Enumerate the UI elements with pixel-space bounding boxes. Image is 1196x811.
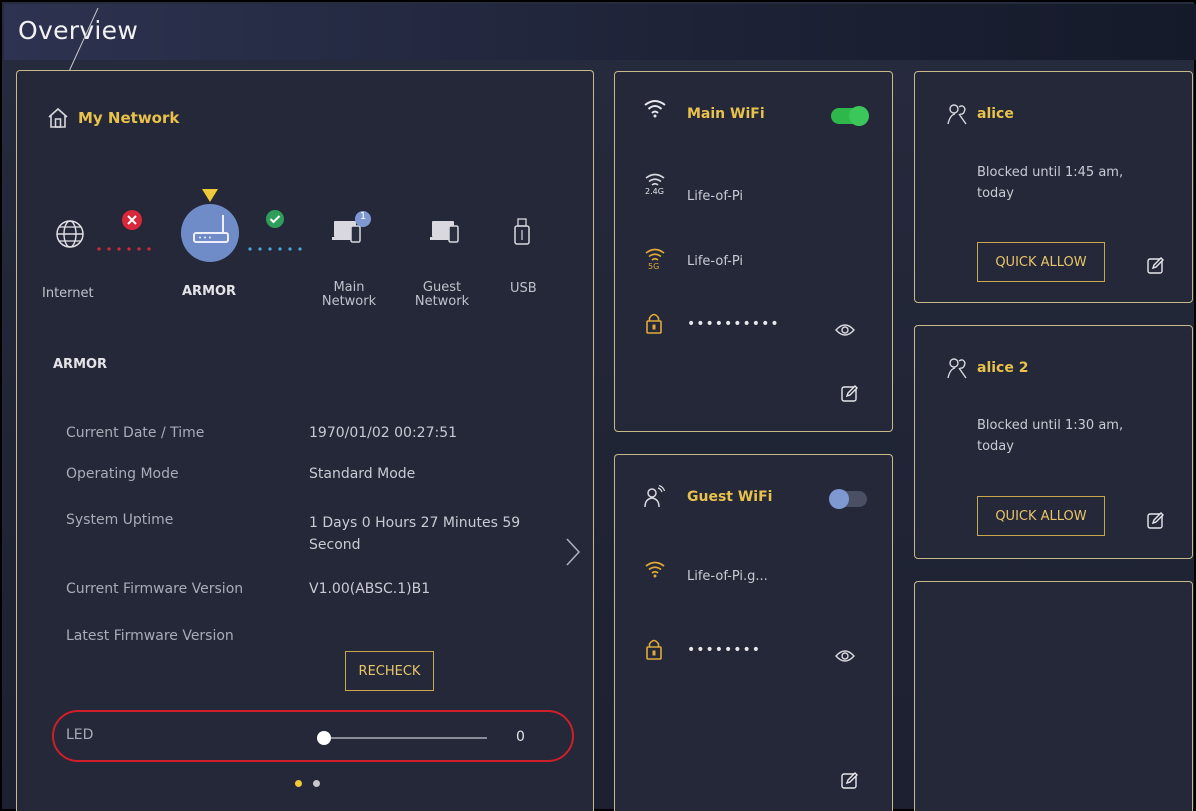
armor-label: ARMOR	[182, 284, 237, 299]
main-network-label: Main Network	[321, 280, 377, 309]
led-highlight-outline	[52, 710, 574, 762]
wifi-icon	[644, 98, 666, 122]
guest-edit-icon[interactable]	[841, 771, 859, 793]
internet-link-dots	[96, 237, 166, 256]
info-value-operating-mode: Standard Mode	[309, 466, 416, 482]
edit-icon[interactable]	[841, 384, 859, 406]
home-icon	[47, 107, 69, 133]
info-label-datetime: Current Date / Time	[66, 425, 205, 441]
led-slider-knob[interactable]	[317, 731, 331, 745]
main-network-badge: 1	[359, 211, 367, 222]
globe-icon[interactable]	[55, 219, 85, 253]
led-value: 0	[516, 729, 525, 745]
pager-dot-active[interactable]	[295, 780, 302, 787]
info-value-datetime: 1970/01/02 00:27:51	[309, 425, 458, 441]
profile-edit-icon[interactable]	[1147, 256, 1165, 278]
guest-wifi-password: ••••••••	[687, 642, 762, 658]
header-decoration	[65, 8, 99, 78]
info-value-uptime: 1 Days 0 Hours 27 Minutes 59 Second	[309, 515, 521, 553]
guest-wifi-icon	[643, 484, 666, 513]
my-network-title: My Network	[78, 109, 180, 127]
info-label-current-firmware: Current Firmware Version	[66, 581, 244, 597]
usb-label: USB	[510, 281, 537, 296]
profile-status: Blocked until 1:45 am, today	[977, 165, 1124, 201]
pager-dot[interactable]	[313, 780, 320, 787]
quick-allow-button[interactable]: QUICK ALLOW	[977, 242, 1105, 282]
guest-wifi-card: Guest WiFi Life-of-Pi.g... ••••••••	[614, 454, 893, 811]
internet-label: Internet	[42, 286, 94, 301]
main-wifi-card: Main WiFi 2.4G Life-of-Pi 5G Life-of-Pi	[614, 71, 893, 432]
info-value-current-firmware: V1.00(ABSC.1)B1	[309, 581, 431, 597]
guest-wifi-toggle[interactable]	[829, 489, 867, 509]
main-wifi-title: Main WiFi	[687, 106, 765, 122]
guest-network-device-icon[interactable]	[430, 219, 462, 251]
device-heading: ARMOR	[53, 357, 108, 372]
guest-show-password-eye-icon[interactable]	[835, 648, 855, 667]
profile-status: Blocked until 1:30 am, today	[977, 418, 1124, 454]
band-5g-label: 5G	[648, 262, 660, 271]
lock-icon	[646, 312, 662, 338]
info-label-operating-mode: Operating Mode	[66, 466, 179, 482]
quick-allow-button[interactable]: QUICK ALLOW	[977, 496, 1105, 536]
main-wifi-toggle[interactable]	[831, 106, 869, 126]
info-label-uptime: System Uptime	[66, 512, 174, 528]
error-status-icon	[121, 209, 143, 235]
page-header: Overview	[4, 4, 1196, 78]
band-24g-label: 2.4G	[645, 187, 664, 196]
led-label: LED	[66, 727, 94, 743]
lan-link-dots	[247, 237, 317, 256]
main-wifi-password: ••••••••••	[687, 316, 780, 332]
main-wifi-ssid-5g: Life-of-Pi	[687, 254, 744, 269]
profile-icon	[947, 103, 967, 129]
main-wifi-ssid-24g: Life-of-Pi	[687, 189, 744, 204]
app-window: Overview My Network 1 Internet ARMOR Mai…	[0, 0, 1196, 811]
guest-wifi-title: Guest WiFi	[687, 489, 773, 505]
ok-status-icon	[265, 209, 285, 233]
profile-name: alice 2	[977, 360, 1029, 376]
profile-card-alice: alice Blocked until 1:45 am, today QUICK…	[914, 71, 1193, 303]
show-password-eye-icon[interactable]	[835, 322, 855, 341]
empty-card	[914, 581, 1193, 811]
profile-card-alice-2: alice 2 Blocked until 1:30 am, today QUI…	[914, 325, 1193, 559]
router-icon[interactable]	[180, 203, 240, 267]
profile-name: alice	[977, 106, 1014, 122]
guest-wifi-signal-icon	[644, 560, 666, 582]
led-slider[interactable]	[317, 731, 487, 745]
profile-icon	[947, 357, 967, 383]
my-network-card: My Network 1 Internet ARMOR Main Network…	[16, 70, 594, 811]
guest-wifi-ssid: Life-of-Pi.g...	[687, 569, 768, 584]
guest-lock-icon	[646, 638, 662, 664]
recheck-button[interactable]: RECHECK	[345, 651, 434, 691]
profile-edit-icon[interactable]	[1147, 511, 1165, 533]
guest-network-label: Guest Network	[414, 280, 470, 309]
info-label-latest-firmware: Latest Firmware Version	[66, 628, 234, 644]
next-page-chevron-icon[interactable]	[565, 537, 581, 571]
usb-icon[interactable]	[514, 218, 530, 250]
